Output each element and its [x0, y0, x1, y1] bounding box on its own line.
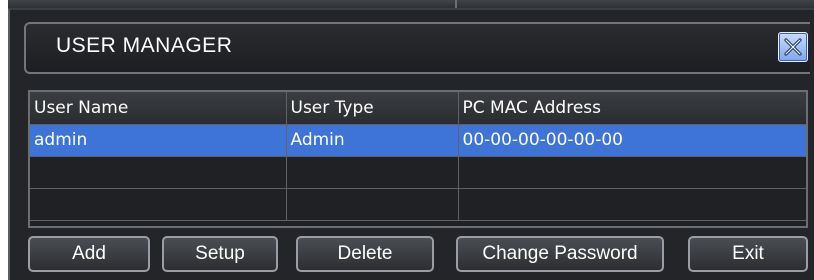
column-header-user-name[interactable]: User Name	[30, 92, 287, 125]
delete-button[interactable]: Delete	[296, 236, 434, 272]
change-password-button[interactable]: Change Password	[456, 236, 664, 272]
cell-user-name: admin	[30, 124, 287, 157]
cell-user-name	[30, 156, 287, 189]
title-bar: USER MANAGER	[24, 22, 810, 74]
column-header-user-type[interactable]: User Type	[286, 92, 459, 125]
column-header-pc-mac-address[interactable]: PC MAC Address	[458, 92, 806, 125]
cell-user-type	[286, 156, 459, 189]
user-table-panel: User Name User Type PC MAC Address admin…	[28, 90, 808, 228]
user-table: User Name User Type PC MAC Address admin…	[30, 92, 806, 221]
table-header-row: User Name User Type PC MAC Address	[30, 92, 806, 125]
cell-pc-mac-address: 00-00-00-00-00-00	[458, 124, 806, 157]
cell-user-name	[30, 188, 287, 221]
cell-pc-mac-address	[458, 156, 806, 189]
table-row[interactable]	[30, 188, 806, 221]
table-row[interactable]: admin Admin 00-00-00-00-00-00	[30, 124, 806, 157]
table-row[interactable]	[30, 156, 806, 189]
setup-button[interactable]: Setup	[162, 236, 278, 272]
screen: USER MANAGER User Name User Type PC MAC …	[0, 0, 814, 280]
cell-user-type: Admin	[286, 124, 459, 157]
window-title: USER MANAGER	[56, 34, 233, 57]
exit-button[interactable]: Exit	[688, 236, 808, 272]
cell-user-type	[286, 188, 459, 221]
cell-pc-mac-address	[458, 188, 806, 221]
close-icon	[784, 38, 802, 56]
close-button[interactable]	[778, 32, 808, 62]
add-button[interactable]: Add	[28, 236, 150, 272]
